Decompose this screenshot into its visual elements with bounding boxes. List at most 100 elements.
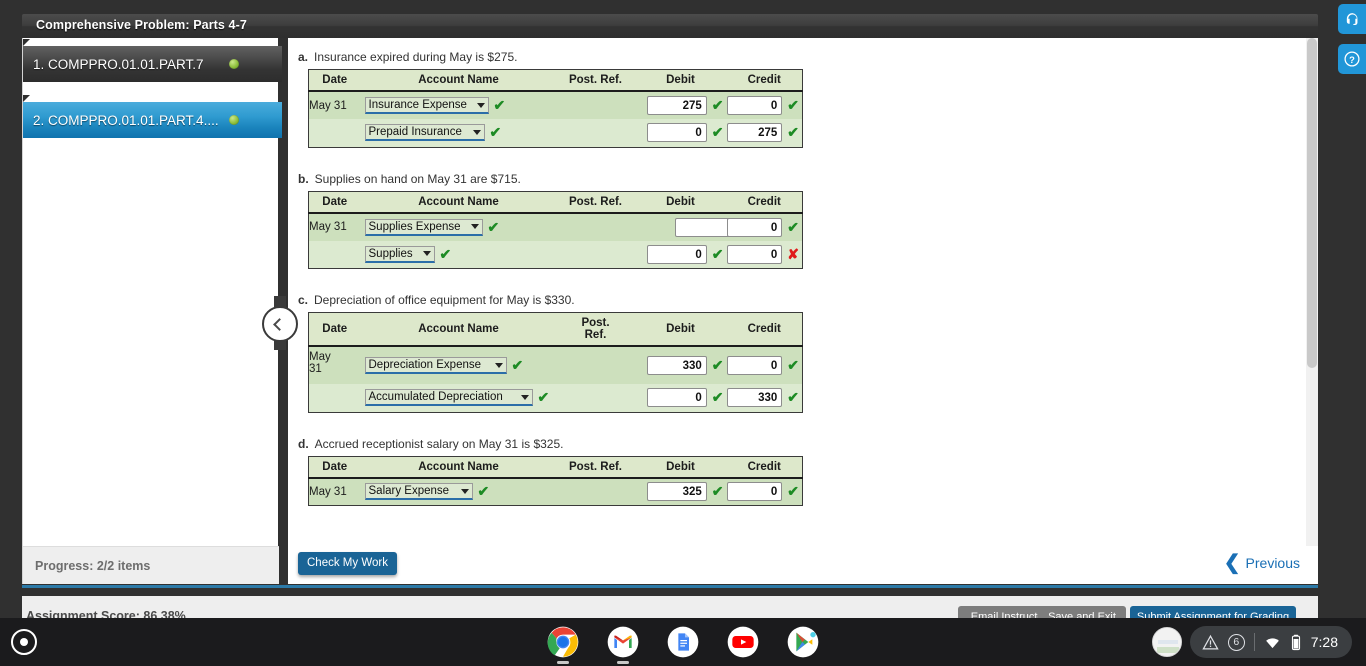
credit-input[interactable]: 330 bbox=[726, 388, 783, 408]
credit-input[interactable]: 0 bbox=[726, 217, 783, 237]
cell-account-name: Depreciation Expense ✔ bbox=[360, 346, 557, 384]
sidebar-item-2[interactable]: 2. COMPPRO.01.01.PART.4.... bbox=[23, 95, 282, 138]
column-header: Account Name bbox=[360, 69, 557, 92]
column-header: Credit bbox=[726, 312, 803, 347]
column-header: Date bbox=[308, 312, 361, 347]
cell-date bbox=[308, 240, 361, 269]
google-docs-app-icon[interactable] bbox=[667, 626, 699, 658]
chevron-down-icon bbox=[470, 224, 479, 229]
section-letter: c. bbox=[298, 293, 309, 307]
sidebar-collapse-button[interactable] bbox=[262, 306, 298, 342]
credit-validation-mark: ✔ bbox=[787, 357, 799, 373]
cell-credit: 0 ✔ bbox=[726, 212, 803, 241]
table-header-row: Date Account Name Post. Ref. Debit Credit bbox=[308, 191, 803, 214]
cell-account-name: Salary Expense ✔ bbox=[360, 477, 557, 506]
chrome-app-icon[interactable] bbox=[547, 626, 579, 664]
running-indicator bbox=[557, 661, 569, 664]
sidebar-item-1[interactable]: 1. COMPPRO.01.01.PART.7 bbox=[23, 39, 282, 82]
cell-post-ref bbox=[556, 346, 635, 384]
column-header: Debit bbox=[634, 69, 727, 92]
debit-input[interactable]: 275 bbox=[646, 96, 707, 115]
credit-input[interactable]: 275 bbox=[726, 123, 783, 143]
section-letter: a. bbox=[298, 50, 309, 64]
table-row: Accumulated Depreciation ✔ 0 ✔ 330 ✔ bbox=[308, 384, 803, 412]
youtube-app-icon[interactable] bbox=[727, 626, 759, 658]
account-name-value: Accumulated Depreciation bbox=[368, 391, 503, 404]
account-name-select[interactable]: Insurance Expense bbox=[364, 97, 489, 114]
column-header: Account Name bbox=[360, 456, 557, 479]
account-name-value: Salary Expense bbox=[368, 485, 450, 498]
account-name-value: Insurance Expense bbox=[368, 99, 467, 111]
account-name-select[interactable]: Accumulated Depreciation bbox=[364, 389, 533, 407]
debit-input[interactable]: 0 bbox=[646, 244, 707, 264]
debit-validation-mark: ✔ bbox=[711, 389, 724, 406]
cell-credit: 330 ✔ bbox=[726, 384, 803, 412]
chevron-left-small-icon: ❮ bbox=[1223, 552, 1241, 574]
sidebar-item-notch bbox=[23, 95, 30, 102]
clock: 7:28 bbox=[1310, 634, 1338, 650]
debit-input[interactable]: 330 bbox=[646, 356, 707, 375]
debit-input[interactable]: 325 bbox=[646, 482, 707, 502]
section-letter: d. bbox=[298, 436, 309, 451]
cell-post-ref bbox=[556, 212, 635, 241]
debit-validation-mark: ✔ bbox=[711, 245, 724, 262]
cell-post-ref bbox=[556, 91, 635, 119]
debit-input[interactable]: 0 bbox=[646, 123, 707, 143]
section-prompt: d. Accrued receptionist salary on May 31 … bbox=[288, 431, 1318, 456]
debit-validation-mark: ✔ bbox=[711, 97, 724, 113]
account-name-select[interactable]: Salary Expense bbox=[364, 483, 473, 501]
warning-triangle-icon bbox=[1202, 634, 1219, 650]
page-title: Comprehensive Problem: Parts 4-7 bbox=[36, 18, 247, 32]
chevron-down-icon bbox=[520, 394, 529, 400]
column-header: Debit bbox=[634, 312, 727, 347]
credit-input[interactable]: 0 bbox=[726, 96, 783, 115]
credit-input[interactable]: 0 bbox=[726, 356, 783, 375]
credit-input[interactable]: 0 bbox=[726, 244, 783, 264]
chevron-down-icon bbox=[460, 488, 469, 494]
account-name-select[interactable]: Supplies bbox=[364, 245, 435, 263]
account-name-select[interactable]: Supplies Expense bbox=[364, 218, 483, 236]
cell-debit: 275 ✔ bbox=[634, 91, 727, 119]
credit-validation-mark: ✔ bbox=[787, 389, 799, 406]
previous-button[interactable]: ❮ Previous bbox=[1223, 552, 1300, 574]
play-store-app-icon[interactable] bbox=[787, 626, 819, 658]
section-prompt: c. Depreciation of office equipment for M… bbox=[288, 287, 1318, 312]
submit-assignment-button[interactable]: Submit Assignment for Grading bbox=[1130, 606, 1296, 618]
table-header-row: Date Account Name Post. Ref. Debit Credit bbox=[308, 312, 803, 347]
avatar[interactable] bbox=[1151, 627, 1182, 657]
scrollbar-thumb[interactable] bbox=[1307, 38, 1317, 368]
debit-validation-mark: ✔ bbox=[711, 124, 724, 141]
column-header: Account Name bbox=[360, 312, 557, 347]
system-tray[interactable]: 6 7:28 bbox=[1189, 626, 1352, 658]
content-scrollbar[interactable] bbox=[1306, 38, 1318, 546]
journal-entry-table: Date Account Name Post. Ref. Debit Credit May… bbox=[308, 69, 803, 148]
column-header: Post. Ref. bbox=[556, 456, 635, 479]
gmail-app-icon[interactable] bbox=[607, 626, 639, 664]
check-my-work-button[interactable]: Check My Work bbox=[298, 552, 397, 575]
journal-section-d: d. Accrued receptionist salary on May 31 … bbox=[288, 431, 1318, 525]
save-and-exit-button[interactable]: Save and Exit bbox=[1038, 606, 1126, 618]
cell-account-name: Insurance Expense ✔ bbox=[360, 91, 557, 119]
column-header: Credit bbox=[726, 456, 803, 479]
account-name-select[interactable]: Prepaid Insurance bbox=[364, 124, 485, 142]
account-validation-mark: ✔ bbox=[493, 97, 506, 113]
table-header-row: Date Account Name Post. Ref. Debit Credit bbox=[308, 456, 803, 479]
support-tab-button[interactable] bbox=[1338, 4, 1366, 34]
help-tab-button[interactable]: ? bbox=[1338, 44, 1366, 74]
credit-validation-mark: ✔ bbox=[787, 218, 799, 235]
cell-account-name: Supplies Expense ✔ bbox=[360, 212, 557, 241]
table-row: May 31 Salary Expense ✔ 325 ✔ 0 ✔ bbox=[308, 477, 803, 506]
credit-validation-mark: ✘ bbox=[787, 245, 799, 262]
wifi-icon bbox=[1265, 637, 1279, 648]
credit-input[interactable]: 0 bbox=[726, 482, 783, 502]
svg-text:?: ? bbox=[1349, 55, 1355, 65]
column-header: Credit bbox=[726, 191, 803, 214]
account-name-select[interactable]: Depreciation Expense bbox=[364, 357, 507, 374]
debit-input[interactable]: 0 bbox=[646, 388, 707, 408]
cell-date: May 31 bbox=[308, 212, 361, 241]
tray-divider bbox=[1253, 633, 1255, 651]
section-prompt-text: Insurance expired during May is $275. bbox=[314, 50, 518, 64]
screen: Comprehensive Problem: Parts 4-7 1. COMP… bbox=[0, 0, 1366, 666]
